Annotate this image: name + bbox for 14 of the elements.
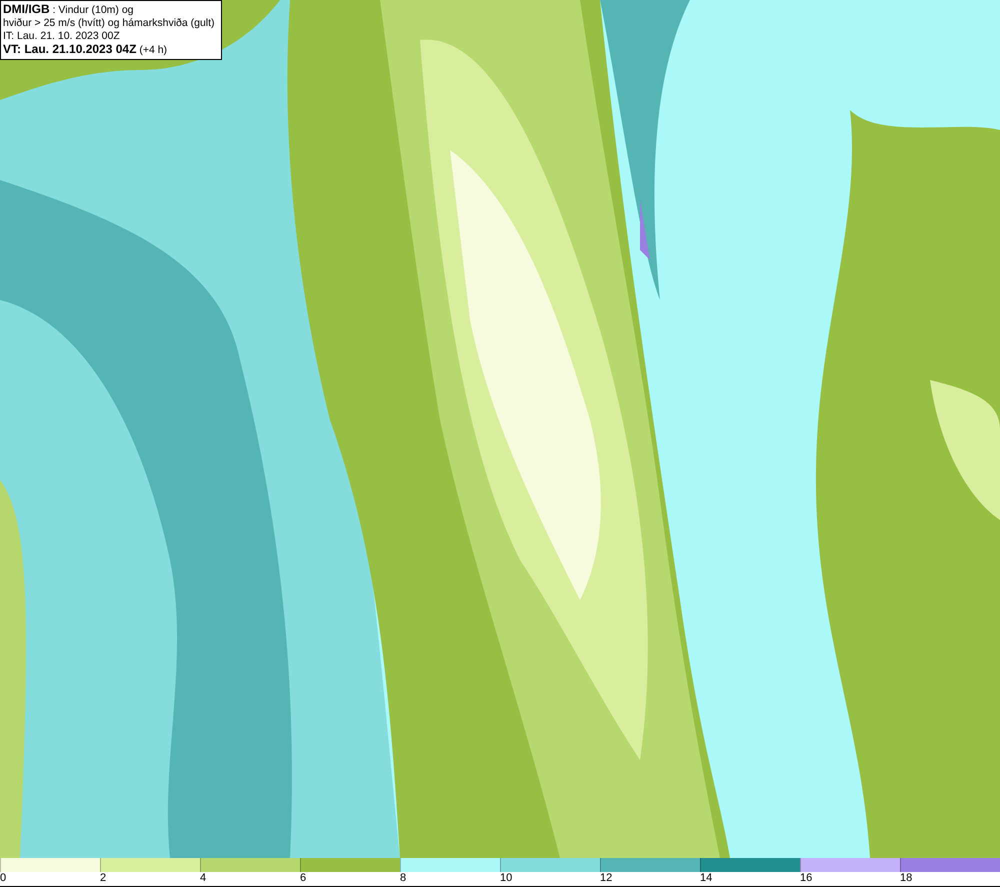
title-line: VT: Lau. 21.10.2023 04Z (+4 h) bbox=[3, 43, 168, 57]
legend-label: 6 bbox=[300, 872, 306, 885]
title-line: DMI/IGB : Vindur (10m) og bbox=[3, 3, 135, 17]
legend-label: 4 bbox=[200, 872, 206, 885]
legend-label: 2 bbox=[100, 872, 106, 885]
legend-label: 0 bbox=[0, 872, 6, 885]
legend-label: 10 bbox=[500, 872, 512, 885]
legend-label: 18 bbox=[900, 872, 912, 885]
legend-label: 16 bbox=[800, 872, 812, 885]
legend-label: 14 bbox=[700, 872, 712, 885]
title-line: hviður > 25 m/s (hvítt) og hámarkshviða (gult) bbox=[3, 17, 215, 30]
legend-label: 12 bbox=[600, 872, 612, 885]
legend-label: 8 bbox=[400, 872, 406, 885]
title-line: IT: Lau. 21. 10. 2023 00Z bbox=[3, 30, 121, 43]
